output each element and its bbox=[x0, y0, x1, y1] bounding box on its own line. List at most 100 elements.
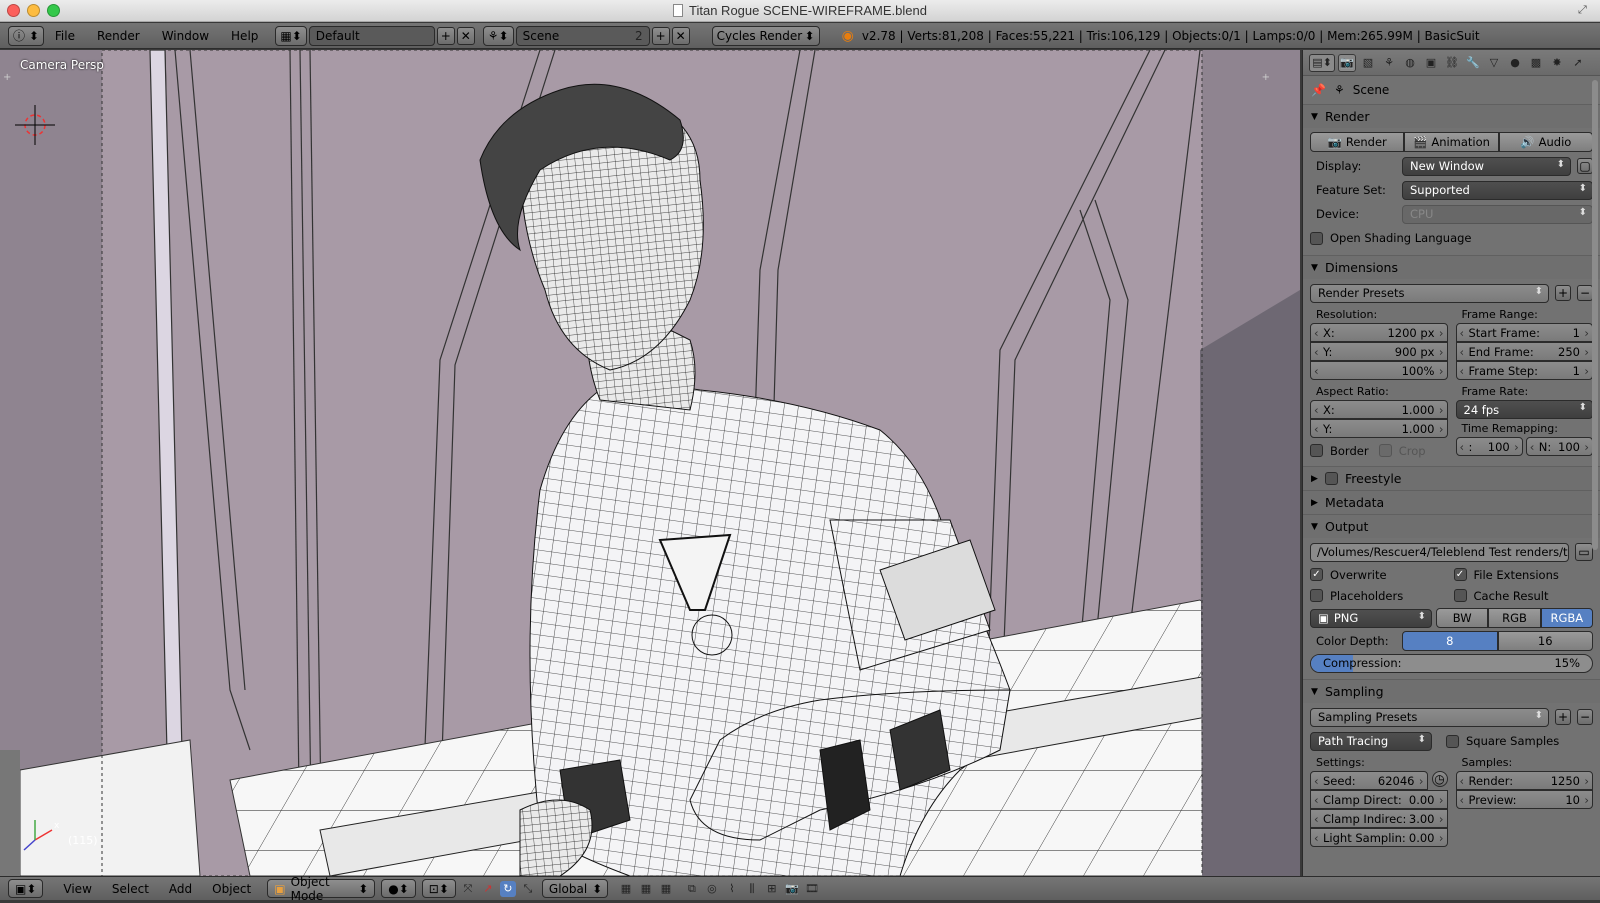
constraints-tab-icon[interactable]: ⛓ bbox=[1443, 54, 1461, 72]
snap-icon[interactable]: ⌇ bbox=[724, 881, 740, 897]
osl-checkbox[interactable]: Open Shading Language bbox=[1310, 228, 1593, 249]
translate-manipulator-icon[interactable]: ↗ bbox=[480, 881, 496, 897]
compression-slider[interactable]: Compression: 15% bbox=[1310, 653, 1593, 673]
seed-field[interactable]: Seed: 62046 bbox=[1310, 771, 1428, 790]
particles-tab-icon[interactable]: ✸ bbox=[1548, 54, 1566, 72]
lock-layers-icon[interactable]: ⧉ bbox=[684, 881, 700, 897]
frame-rate-dropdown[interactable]: 24 fps bbox=[1455, 400, 1593, 419]
lock-interface-icon[interactable]: ▢ bbox=[1577, 158, 1593, 174]
shading-dropdown[interactable]: ●⬍ bbox=[381, 879, 416, 898]
dimensions-panel-header[interactable]: ▼ Dimensions bbox=[1303, 256, 1600, 279]
light-sampling-field[interactable]: Light Samplin:0.00 bbox=[1310, 828, 1448, 847]
remap-new-field[interactable]: N: 100 bbox=[1525, 437, 1593, 456]
layers-grid-icon[interactable]: ▦ bbox=[638, 881, 654, 897]
mode-dropdown[interactable]: ▣ Object Mode ⬍ bbox=[267, 875, 376, 903]
zoom-window-button[interactable] bbox=[47, 4, 60, 17]
add-scene-button[interactable]: + bbox=[651, 26, 670, 45]
toolshelf-toggle-icon[interactable]: + bbox=[3, 72, 11, 83]
properties-toggle-icon[interactable]: + bbox=[1262, 72, 1270, 83]
freestyle-checkbox[interactable] bbox=[1325, 472, 1338, 485]
aspect-x-field[interactable]: X: 1.000 bbox=[1310, 400, 1448, 419]
transform-orientation-dropdown[interactable]: Global ⬍ bbox=[541, 879, 608, 898]
channel-rgba-button[interactable]: RGBA bbox=[1540, 608, 1593, 628]
render-samples-field[interactable]: Render: 1250 bbox=[1455, 771, 1593, 790]
layers-grid-icon[interactable]: ▦ bbox=[658, 881, 674, 897]
metadata-panel-header[interactable]: ▶ Metadata bbox=[1303, 491, 1600, 514]
menu-file[interactable]: File bbox=[44, 29, 86, 43]
resolution-y-field[interactable]: Y: 900 px bbox=[1310, 342, 1448, 361]
audio-button[interactable]: 🔊 Audio bbox=[1498, 132, 1593, 152]
file-format-dropdown[interactable]: ▣ PNG bbox=[1310, 608, 1432, 628]
menu-render[interactable]: Render bbox=[86, 29, 151, 43]
rotate-manipulator-icon[interactable]: ↻ bbox=[499, 880, 516, 897]
preview-samples-field[interactable]: Preview: 10 bbox=[1455, 790, 1593, 809]
object-tab-icon[interactable]: ▣ bbox=[1422, 54, 1440, 72]
add-layout-button[interactable]: + bbox=[436, 26, 455, 45]
render-layers-tab-icon[interactable]: ▧ bbox=[1359, 54, 1377, 72]
remove-preset-button[interactable]: − bbox=[1577, 709, 1593, 725]
wireframe-scene[interactable]: x bbox=[0, 50, 1300, 876]
resolution-x-field[interactable]: X: 1200 px bbox=[1310, 323, 1448, 342]
integrator-dropdown[interactable]: Path Tracing bbox=[1310, 731, 1432, 751]
start-frame-field[interactable]: Start Frame: 1 bbox=[1455, 323, 1593, 342]
pin-icon[interactable]: 📌 bbox=[1311, 83, 1326, 97]
remove-preset-button[interactable]: − bbox=[1577, 285, 1593, 301]
screen-layout-field[interactable]: Default bbox=[308, 25, 435, 46]
clamp-direct-field[interactable]: Clamp Direct: 0.00 bbox=[1310, 790, 1448, 809]
square-samples-checkbox[interactable]: Square Samples bbox=[1446, 731, 1593, 752]
opengl-render-animation-icon[interactable]: 🎞 bbox=[804, 881, 820, 897]
editor-type-button[interactable]: ▣⬍ bbox=[8, 879, 44, 898]
cache-result-checkbox[interactable]: Cache Result bbox=[1453, 585, 1594, 606]
delete-layout-button[interactable]: ✕ bbox=[456, 26, 475, 45]
close-window-button[interactable] bbox=[7, 4, 20, 17]
sampling-panel-header[interactable]: ▼ Sampling bbox=[1303, 680, 1600, 703]
modifiers-tab-icon[interactable]: 🔧 bbox=[1464, 54, 1482, 72]
scene-field[interactable]: Scene 2 bbox=[515, 25, 650, 46]
proportional-edit-icon[interactable]: ◎ bbox=[704, 881, 720, 897]
animation-button[interactable]: 🎬 Animation bbox=[1404, 132, 1499, 152]
channel-rgb-button[interactable]: RGB bbox=[1488, 608, 1541, 628]
scene-tab-icon[interactable]: ⚘ bbox=[1380, 54, 1398, 72]
render-panel-header[interactable]: ▼ Render bbox=[1303, 105, 1600, 128]
file-extensions-checkbox[interactable]: ✓ File Extensions bbox=[1453, 564, 1594, 585]
render-preview-icon[interactable]: ⊞ bbox=[764, 881, 780, 897]
menu-add[interactable]: Add bbox=[159, 882, 202, 896]
render-presets-dropdown[interactable]: Render Presets bbox=[1310, 283, 1549, 303]
display-dropdown[interactable]: New Window bbox=[1402, 156, 1571, 176]
3d-viewport[interactable]: x Camera Persp (115) + + bbox=[0, 50, 1300, 876]
scene-icon-button[interactable]: ⚘⬍ bbox=[482, 25, 514, 46]
layers-grid-icon[interactable]: ▦ bbox=[618, 881, 634, 897]
clamp-indirect-field[interactable]: Clamp Indirec:3.00 bbox=[1310, 809, 1448, 828]
folder-icon[interactable]: ▭ bbox=[1575, 543, 1593, 561]
snap-target-icon[interactable]: ⫼ bbox=[744, 881, 760, 897]
remap-old-field[interactable]: :100 bbox=[1455, 437, 1523, 456]
menu-object[interactable]: Object bbox=[202, 882, 261, 896]
end-frame-field[interactable]: End Frame: 250 bbox=[1455, 342, 1593, 361]
aspect-y-field[interactable]: Y: 1.000 bbox=[1310, 419, 1448, 438]
output-path-field[interactable]: /Volumes/Rescuer4/Teleblend Test renders… bbox=[1310, 542, 1569, 562]
overwrite-checkbox[interactable]: ✓ Overwrite bbox=[1310, 564, 1450, 585]
editor-type-button[interactable]: ⓘ ⬍ bbox=[8, 25, 44, 46]
delete-scene-button[interactable]: ✕ bbox=[671, 26, 690, 45]
add-preset-button[interactable]: + bbox=[1555, 285, 1571, 301]
material-tab-icon[interactable]: ● bbox=[1506, 54, 1524, 72]
render-tab-camera-icon[interactable]: 📷 bbox=[1338, 53, 1356, 72]
editor-type-icon[interactable]: ▤⬍ bbox=[1309, 53, 1335, 72]
menu-help[interactable]: Help bbox=[220, 29, 269, 43]
channel-bw-button[interactable]: BW bbox=[1436, 608, 1489, 628]
texture-tab-icon[interactable]: ▩ bbox=[1527, 54, 1545, 72]
color-depth-16-button[interactable]: 16 bbox=[1497, 631, 1593, 651]
device-dropdown[interactable]: CPU bbox=[1402, 204, 1593, 224]
add-preset-button[interactable]: + bbox=[1555, 709, 1571, 725]
frame-step-field[interactable]: Frame Step: 1 bbox=[1455, 361, 1593, 380]
border-checkbox[interactable]: Border bbox=[1310, 440, 1379, 461]
fullscreen-icon[interactable]: ⤢ bbox=[1578, 4, 1592, 18]
color-depth-8-button[interactable]: 8 bbox=[1402, 631, 1498, 651]
properties-scrollbar[interactable] bbox=[1592, 80, 1598, 550]
world-tab-icon[interactable]: ◍ bbox=[1401, 54, 1419, 72]
output-panel-header[interactable]: ▼ Output bbox=[1303, 515, 1600, 538]
feature-set-dropdown[interactable]: Supported bbox=[1402, 180, 1593, 200]
physics-tab-icon[interactable]: ➚ bbox=[1569, 54, 1587, 72]
scale-manipulator-icon[interactable]: ⤡ bbox=[520, 881, 536, 897]
data-tab-icon[interactable]: ▽ bbox=[1485, 54, 1503, 72]
